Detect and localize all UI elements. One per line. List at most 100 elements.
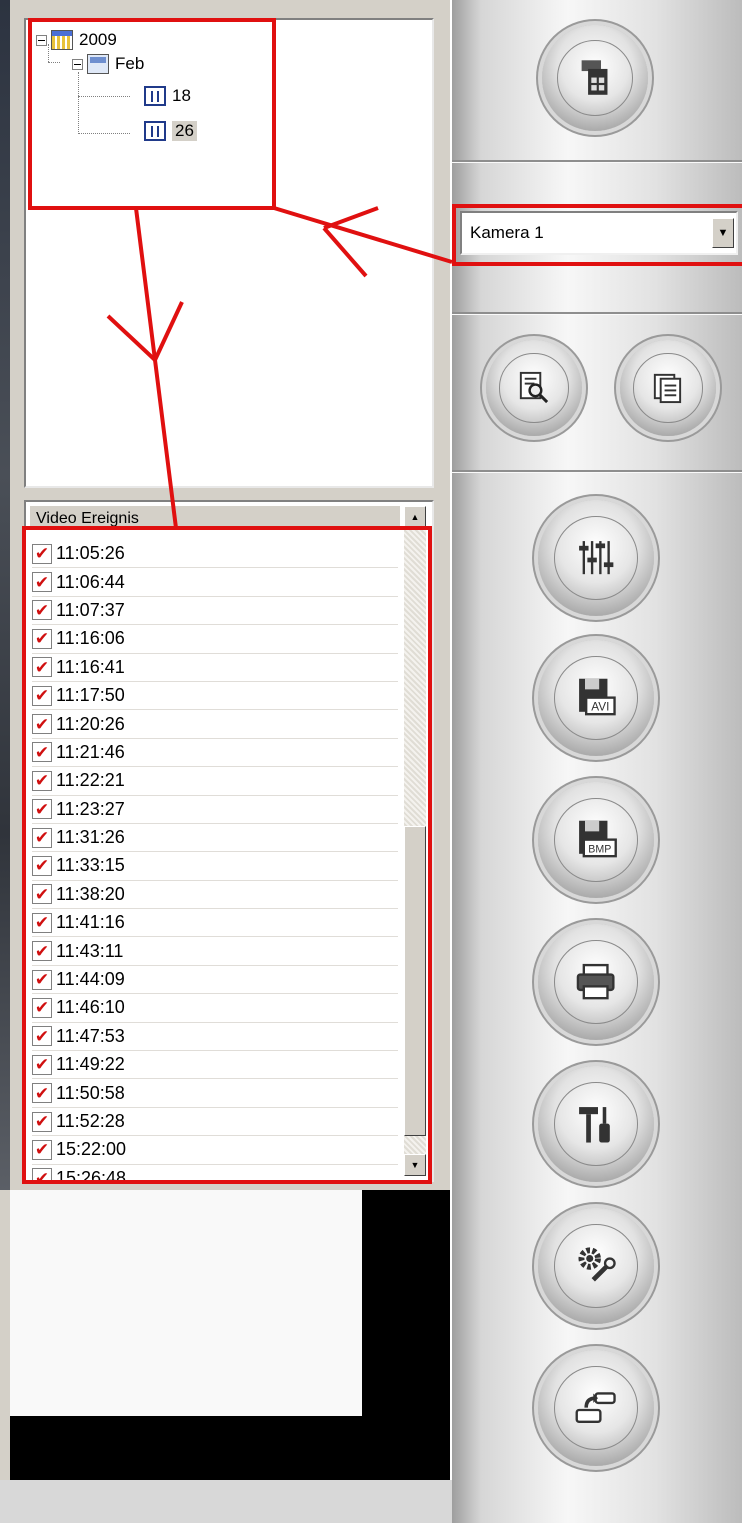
collapse-toggle-icon[interactable] <box>36 34 47 46</box>
checkmark-icon[interactable]: ✔ <box>32 1111 52 1132</box>
checkmark-icon[interactable]: ✔ <box>32 1026 52 1047</box>
tree-node-year-label: 2009 <box>79 30 117 49</box>
event-time: 11:43:11 <box>56 940 124 961</box>
event-row[interactable]: ✔ 15:26:48 <box>32 1165 398 1182</box>
event-time: 11:05:26 <box>56 543 125 564</box>
event-row[interactable]: ✔ 11:23:27 <box>32 796 398 824</box>
checkmark-icon[interactable]: ✔ <box>32 572 52 593</box>
tree-connector <box>78 133 130 134</box>
layout-button[interactable] <box>542 25 648 131</box>
event-time: 11:20:26 <box>56 713 125 734</box>
event-time: 11:31:26 <box>56 827 125 848</box>
scroll-down-arrow-icon[interactable]: ▼ <box>404 1154 426 1176</box>
save-avi-icon: AVI <box>579 679 617 716</box>
event-row[interactable]: ✔ 11:06:44 <box>32 568 398 597</box>
checkmark-icon[interactable]: ✔ <box>32 1054 52 1075</box>
tree-node-day[interactable]: 18 <box>144 86 191 106</box>
tree-node-year[interactable]: 2009 <box>36 30 117 50</box>
checkmark-icon[interactable]: ✔ <box>32 1168 52 1180</box>
event-row[interactable]: ✔ 11:07:37 <box>32 597 398 626</box>
vertical-scrollbar[interactable]: ▲ ▼ <box>404 506 426 1176</box>
checkmark-icon[interactable]: ✔ <box>32 799 52 820</box>
scroll-up-arrow-icon[interactable]: ▲ <box>404 506 426 528</box>
dropdown-arrow-icon[interactable]: ▼ <box>712 218 734 248</box>
settings-button[interactable] <box>538 1208 654 1324</box>
transfer-button[interactable] <box>538 1350 654 1466</box>
checkmark-icon[interactable]: ✔ <box>32 685 52 706</box>
background-edge <box>0 0 10 1190</box>
tree-connector <box>78 96 130 97</box>
checkmark-icon[interactable]: ✔ <box>32 1139 52 1160</box>
checkmark-icon[interactable]: ✔ <box>32 1083 52 1104</box>
right-toolbar: Kamera 1 ▼ AVI BMP <box>452 0 742 1523</box>
event-time: 11:49:22 <box>56 1054 125 1075</box>
event-row[interactable]: ✔ 11:20:26 <box>32 710 398 739</box>
event-row[interactable]: ✔ 11:05:26 <box>32 540 398 569</box>
checkmark-icon[interactable]: ✔ <box>32 742 52 763</box>
equalizer-button[interactable] <box>538 500 654 616</box>
event-row[interactable]: ✔ 11:49:22 <box>32 1051 398 1080</box>
event-row[interactable]: ✔ 11:38:20 <box>32 881 398 910</box>
tools-button[interactable] <box>538 1066 654 1182</box>
event-time: 11:50:58 <box>56 1082 125 1103</box>
tree-connector <box>78 72 79 134</box>
printer-icon <box>577 964 615 1000</box>
checkmark-icon[interactable]: ✔ <box>32 884 52 905</box>
event-row[interactable]: ✔ 11:16:41 <box>32 654 398 682</box>
event-row[interactable]: ✔ 11:46:10 <box>32 994 398 1023</box>
event-row[interactable]: ✔ 11:47:53 <box>32 1023 398 1052</box>
checkmark-icon[interactable]: ✔ <box>32 827 52 848</box>
event-row[interactable]: ✔ 11:16:06 <box>32 625 398 654</box>
checkmark-icon[interactable]: ✔ <box>32 628 52 649</box>
save-avi-button[interactable]: AVI <box>538 640 654 756</box>
event-row[interactable]: ✔ 11:33:15 <box>32 852 398 881</box>
event-time: 11:33:15 <box>56 855 125 876</box>
checkmark-icon[interactable]: ✔ <box>32 600 52 621</box>
checkmark-icon[interactable]: ✔ <box>32 543 52 564</box>
avi-label: AVI <box>592 700 610 714</box>
event-row[interactable]: ✔ 11:41:16 <box>32 909 398 938</box>
event-row[interactable]: ✔ 15:22:00 <box>32 1136 398 1165</box>
event-time: 11:44:09 <box>56 969 125 990</box>
checkmark-icon[interactable]: ✔ <box>32 969 52 990</box>
checkmark-icon[interactable]: ✔ <box>32 941 52 962</box>
checkmark-icon[interactable]: ✔ <box>32 714 52 735</box>
tree-node-month-label: Feb <box>115 54 145 73</box>
event-row[interactable]: ✔ 11:43:11 <box>32 937 398 966</box>
toolbar-divider <box>452 160 742 163</box>
camera-dropdown[interactable]: Kamera 1 ▼ <box>460 211 738 255</box>
event-row[interactable]: ✔ 11:52:28 <box>32 1108 398 1137</box>
save-bmp-button[interactable]: BMP <box>538 782 654 898</box>
checkmark-icon[interactable]: ✔ <box>32 912 52 933</box>
scrollbar-thumb[interactable] <box>404 826 426 1136</box>
equalizer-sliders-icon <box>579 541 614 575</box>
event-row[interactable]: ✔ 11:44:09 <box>32 966 398 995</box>
print-button[interactable] <box>538 924 654 1040</box>
list-column-header[interactable]: Video Ereignis <box>30 506 400 530</box>
checkmark-icon[interactable]: ✔ <box>32 997 52 1018</box>
event-time: 15:26:48 <box>56 1167 127 1182</box>
video-preview-area <box>10 1190 362 1416</box>
event-row[interactable]: ✔ 11:50:58 <box>32 1079 398 1108</box>
tree-node-day-selected[interactable]: 26 <box>144 121 197 141</box>
event-time: 11:07:37 <box>56 599 125 620</box>
event-time: 11:47:53 <box>56 1025 125 1046</box>
video-frame-border <box>10 1416 450 1480</box>
event-row[interactable]: ✔ 11:21:46 <box>32 739 398 768</box>
event-row[interactable]: ✔ 11:31:26 <box>32 824 398 853</box>
checkmark-icon[interactable]: ✔ <box>32 770 52 791</box>
event-row[interactable]: ✔ 11:17:50 <box>32 682 398 711</box>
search-playback-button[interactable] <box>486 340 582 436</box>
checkmark-icon[interactable]: ✔ <box>32 657 52 678</box>
checkmark-icon[interactable]: ✔ <box>32 855 52 876</box>
event-row[interactable]: ✔ 11:22:21 <box>32 767 398 796</box>
tree-node-month[interactable]: Feb <box>72 54 144 74</box>
event-time: 15:22:00 <box>56 1139 127 1160</box>
window-list-button[interactable] <box>620 340 716 436</box>
collapse-toggle-icon[interactable] <box>72 58 83 70</box>
bmp-label: BMP <box>589 844 612 856</box>
camera-dropdown-value: Kamera 1 <box>470 223 544 242</box>
event-time: 11:38:20 <box>56 883 125 904</box>
tree-node-day-label: 26 <box>172 121 197 141</box>
event-time: 11:46:10 <box>56 997 125 1018</box>
